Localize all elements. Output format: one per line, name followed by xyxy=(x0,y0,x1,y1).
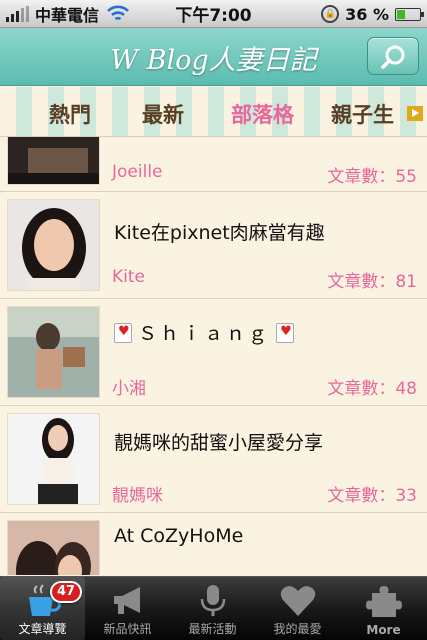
search-button[interactable] xyxy=(367,37,419,75)
tabbar-label: More xyxy=(366,623,401,637)
blog-author: Joeille xyxy=(112,162,163,182)
bottom-tab-bar: 47 文章導覽 新品快訊 最新活動 我的最愛 More xyxy=(0,576,427,640)
list-item[interactable]: Kite在pixnet肉麻當有趣 Kite 文章數：81 xyxy=(0,192,427,299)
post-count: 文章數：33 xyxy=(327,486,417,506)
heart-emoji-icon xyxy=(276,323,295,343)
tabbar-label: 文章導覽 xyxy=(18,622,67,636)
nav-header: W Blog人妻日記 xyxy=(0,28,427,86)
category-tabs: 熱門 最新 部落格 親子生 xyxy=(0,87,427,137)
tabbar-label: 新品快訊 xyxy=(103,622,152,636)
battery-icon xyxy=(395,7,424,21)
tabbar-item-articles[interactable]: 47 文章導覽 xyxy=(0,577,85,640)
post-count: 文章數：81 xyxy=(327,272,417,292)
blog-author: 小湘 xyxy=(112,379,146,399)
blog-author: Kite xyxy=(112,267,145,287)
app-title: W Blog人妻日記 xyxy=(110,45,317,76)
blog-title: Kite在pixnet肉麻當有趣 xyxy=(114,222,325,244)
tab-scroll-right-icon[interactable] xyxy=(407,106,423,121)
post-count: 文章數：48 xyxy=(327,379,417,399)
tab-parenting[interactable]: 親子生 xyxy=(331,99,394,129)
tab-blog[interactable]: 部落格 xyxy=(231,99,294,129)
tabbar-item-new-products[interactable]: 新品快訊 xyxy=(85,577,170,640)
battery-percent: 36 % xyxy=(345,4,389,24)
post-count: 文章數：55 xyxy=(327,167,417,187)
list-item[interactable]: 靚媽咪的甜蜜小屋愛分享 靚媽咪 文章數：33 xyxy=(0,406,427,513)
tabbar-item-favorites[interactable]: 我的最愛 xyxy=(255,577,340,640)
unread-badge: 47 xyxy=(50,581,83,603)
search-icon xyxy=(381,45,405,69)
list-item[interactable]: Joeille 文章數：55 xyxy=(0,137,427,192)
rotation-lock-icon: 🔒 xyxy=(321,5,340,23)
blog-list: Joeille 文章數：55 Kite在pixnet肉麻當有趣 Kite 文章數… xyxy=(0,137,427,575)
tabbar-item-events[interactable]: 最新活動 xyxy=(170,577,255,640)
list-item[interactable]: Ｓｈｉａｎｇ 小湘 文章數：48 xyxy=(0,299,427,406)
heart-icon xyxy=(280,586,315,616)
microphone-icon xyxy=(200,585,225,616)
puzzle-piece-icon xyxy=(365,586,402,617)
heart-emoji-icon xyxy=(114,323,132,343)
blog-thumbnail xyxy=(7,137,100,185)
blog-title: Ｓｈｉａｎｇ xyxy=(114,319,295,346)
tabbar-item-more[interactable]: More xyxy=(340,577,427,640)
blog-thumbnail xyxy=(7,199,100,291)
megaphone-icon xyxy=(113,587,140,614)
blog-thumbnail xyxy=(7,413,100,505)
tabbar-label: 我的最愛 xyxy=(273,622,322,636)
blog-thumbnail xyxy=(7,306,100,398)
status-bar: 中華電信 下午7:00 🔒 36 % xyxy=(0,0,427,28)
tabbar-label: 最新活動 xyxy=(188,622,237,636)
tab-latest[interactable]: 最新 xyxy=(142,99,184,129)
blog-title: At CoZyHoMe xyxy=(114,525,244,547)
blog-title: 靚媽咪的甜蜜小屋愛分享 xyxy=(114,432,324,454)
tab-hot[interactable]: 熱門 xyxy=(49,99,91,129)
blog-author: 靚媽咪 xyxy=(112,486,163,506)
blog-thumbnail xyxy=(7,520,100,575)
list-item[interactable]: At CoZyHoMe xyxy=(0,513,427,575)
